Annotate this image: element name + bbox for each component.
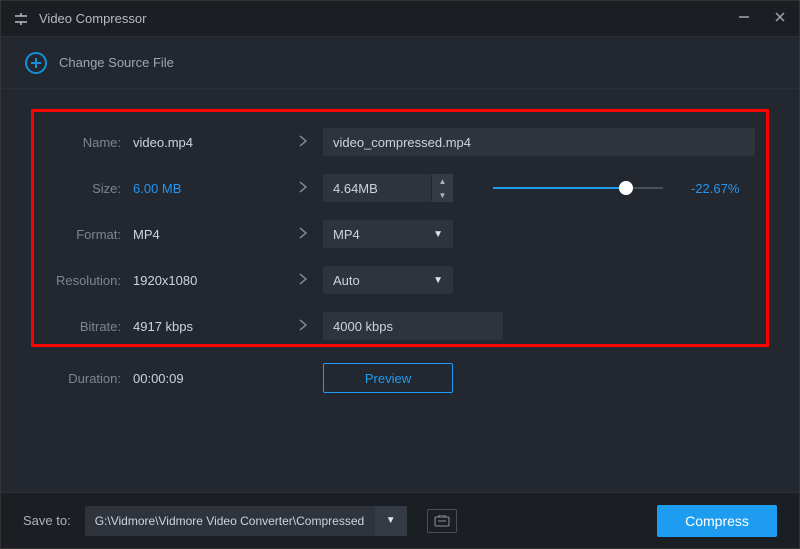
size-output-stepper[interactable]: 4.64MB ▲ ▼ [323,174,453,202]
size-source: 6.00 MB [133,181,283,196]
arrow-icon [283,134,323,151]
name-source: video.mp4 [133,135,283,150]
resolution-select[interactable]: Auto ▼ [323,266,453,294]
preview-button[interactable]: Preview [323,363,453,393]
arrow-icon [283,272,323,289]
window-controls [737,10,787,27]
plus-circle-icon [25,52,47,74]
bitrate-output-input[interactable]: 4000 kbps [323,312,503,340]
arrow-icon [283,226,323,243]
change-source-bar[interactable]: Change Source File [1,37,799,89]
resolution-source: 1920x1080 [133,273,283,288]
titlebar: Video Compressor [1,1,799,37]
save-path-control: G:\Vidmore\Vidmore Video Converter\Compr… [85,506,407,536]
save-path-dropdown[interactable]: ▼ [375,506,407,536]
row-bitrate: Bitrate: 4917 kbps 4000 kbps [31,303,769,349]
format-source: MP4 [133,227,283,242]
size-slider[interactable] [493,186,663,190]
bitrate-source: 4917 kbps [133,319,283,334]
row-size: Size: 6.00 MB 4.64MB ▲ ▼ -22.67% [31,165,769,211]
resolution-label: Resolution: [31,273,121,288]
stepper-up-icon[interactable]: ▲ [432,174,453,188]
arrow-icon [283,180,323,197]
app-title: Video Compressor [39,11,737,26]
stepper-down-icon[interactable]: ▼ [432,188,453,202]
save-path-input[interactable]: G:\Vidmore\Vidmore Video Converter\Compr… [85,506,375,536]
bottombar: Save to: G:\Vidmore\Vidmore Video Conver… [1,492,799,548]
row-name: Name: video.mp4 video_compressed.mp4 [31,119,769,165]
row-format: Format: MP4 MP4 ▼ [31,211,769,257]
compress-button[interactable]: Compress [657,505,777,537]
minimize-icon[interactable] [737,10,751,27]
row-duration: Duration: 00:00:09 Preview [31,355,769,401]
name-output-input[interactable]: video_compressed.mp4 [323,128,755,156]
size-percentage: -22.67% [691,181,739,196]
format-label: Format: [31,227,121,242]
video-compressor-window: Video Compressor Change Source File Name… [0,0,800,549]
row-resolution: Resolution: 1920x1080 Auto ▼ [31,257,769,303]
open-folder-button[interactable] [427,509,457,533]
form-area: Name: video.mp4 video_compressed.mp4 Siz… [1,89,799,492]
size-label: Size: [31,181,121,196]
duration-source: 00:00:09 [133,371,283,386]
size-slider-wrap: -22.67% [493,181,739,196]
change-source-label: Change Source File [59,55,174,70]
duration-label: Duration: [31,371,121,386]
slider-knob[interactable] [619,181,633,195]
stepper-buttons[interactable]: ▲ ▼ [431,174,453,202]
close-icon[interactable] [773,10,787,27]
save-to-label: Save to: [23,513,71,528]
chevron-down-icon: ▼ [433,275,443,286]
format-select[interactable]: MP4 ▼ [323,220,453,248]
name-label: Name: [31,135,121,150]
bitrate-label: Bitrate: [31,319,121,334]
chevron-down-icon: ▼ [433,229,443,240]
app-icon [13,11,29,27]
arrow-icon [283,318,323,335]
